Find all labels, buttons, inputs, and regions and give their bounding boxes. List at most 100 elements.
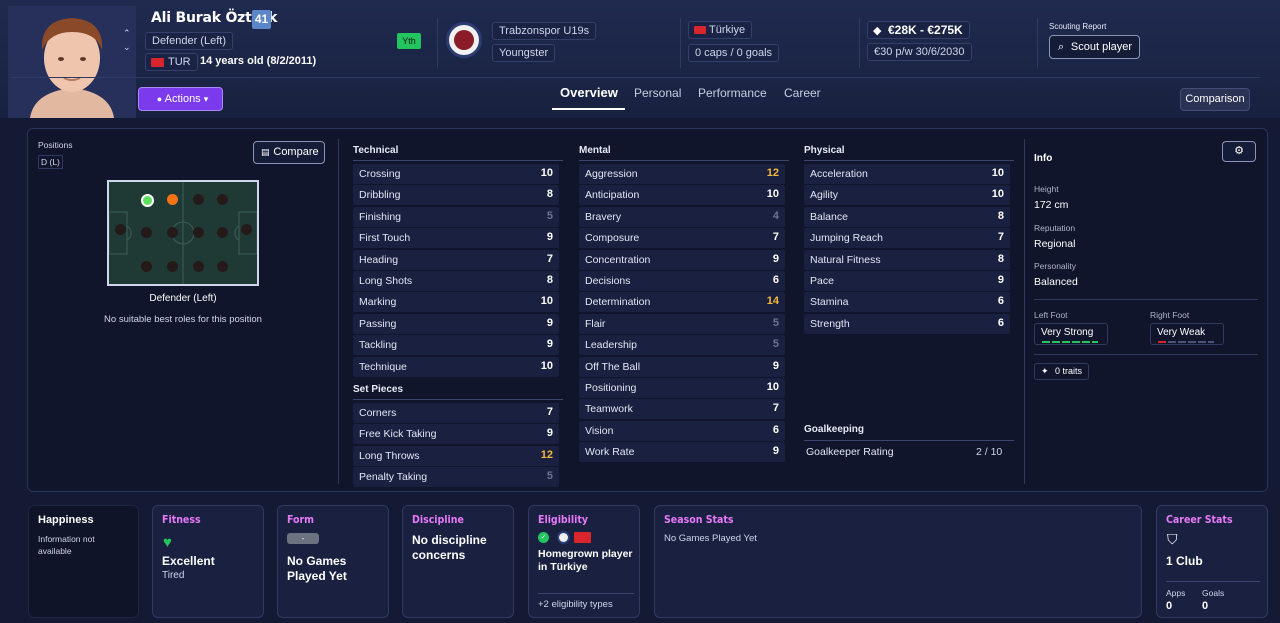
attribute-row[interactable]: Strength 6 xyxy=(804,313,1010,334)
attribute-row[interactable]: Positioning 10 xyxy=(579,378,785,398)
attribute-row[interactable]: Dribbling 8 xyxy=(353,185,559,206)
goals-value: 0 xyxy=(1202,600,1209,612)
tab-personal[interactable]: Personal xyxy=(634,86,681,100)
attribute-row[interactable]: Concentration 9 xyxy=(579,249,785,270)
attribute-row[interactable]: Corners 7 xyxy=(353,403,559,423)
position-dot[interactable] xyxy=(167,261,178,272)
attribute-row[interactable]: Flair 5 xyxy=(579,313,785,334)
attribute-row[interactable]: Work Rate 9 xyxy=(579,442,785,463)
career-stats-card[interactable]: Career Stats ⛉ 1 Club Apps 0 Goals 0 xyxy=(1156,505,1268,618)
attribute-row[interactable]: Composure 7 xyxy=(579,228,785,249)
accomplished-position-dot[interactable] xyxy=(167,194,178,205)
attribute-row[interactable]: Aggression 12 xyxy=(579,164,785,184)
attribute-name: Heading xyxy=(359,253,399,266)
attribute-row[interactable]: Decisions 6 xyxy=(579,271,785,291)
attribute-row[interactable]: Acceleration 10 xyxy=(804,164,1010,184)
natural-position-dot[interactable] xyxy=(141,194,154,207)
right-foot-meter xyxy=(1158,341,1166,343)
position-dot[interactable] xyxy=(217,194,228,205)
attribute-row[interactable]: Marking 10 xyxy=(353,292,559,313)
country-chip[interactable]: Türkiye xyxy=(688,21,753,39)
attribute-name: Positioning xyxy=(585,382,637,394)
attribute-name: First Touch xyxy=(359,232,411,245)
attribute-value: 14 xyxy=(766,295,779,308)
attribute-row[interactable]: Natural Fitness 8 xyxy=(804,249,1010,270)
info-title: Info xyxy=(1034,153,1053,164)
attribute-value: 9 xyxy=(997,274,1004,286)
position-dot[interactable] xyxy=(217,261,228,272)
position-dot[interactable] xyxy=(193,194,204,205)
club-badge-icon[interactable] xyxy=(446,22,482,58)
previous-player-icon[interactable]: ⌃ xyxy=(123,28,131,39)
attribute-row[interactable]: Free Kick Taking 9 xyxy=(353,424,559,445)
fitness-card[interactable]: Fitness ♥ Excellent Tired xyxy=(152,505,264,618)
tab-overview[interactable]: Overview xyxy=(560,85,618,100)
discipline-card[interactable]: Discipline No discipline concerns xyxy=(402,505,514,618)
position-chip: Defender (Left) xyxy=(145,32,233,50)
attribute-row[interactable]: First Touch 9 xyxy=(353,228,559,249)
set-pieces-title: Set Pieces xyxy=(353,384,404,395)
club-chip[interactable]: Trabzonspor U19s xyxy=(492,22,597,40)
attribute-row[interactable]: Finishing 5 xyxy=(353,206,559,227)
wage-chip: €30 p/w 30/6/2030 xyxy=(867,43,972,61)
actions-button[interactable]: ● Actions ▾ xyxy=(138,87,223,111)
attribute-row[interactable]: Leadership 5 xyxy=(579,335,785,356)
attribute-row[interactable]: Penalty Taking 5 xyxy=(353,467,559,488)
position-dot[interactable] xyxy=(217,227,228,238)
attribute-value: 10 xyxy=(540,359,553,372)
next-player-icon[interactable]: ⌄ xyxy=(123,42,131,53)
attribute-row[interactable]: Long Shots 8 xyxy=(353,271,559,291)
attribute-row[interactable]: Crossing 10 xyxy=(353,164,559,184)
scout-player-button[interactable]: ⌕ Scout player xyxy=(1049,35,1140,59)
season-stats-card[interactable]: Season Stats No Games Played Yet xyxy=(654,505,1142,618)
eligibility-more[interactable]: +2 eligibility types xyxy=(538,599,613,610)
compare-label: Compare xyxy=(273,146,319,158)
position-dot[interactable] xyxy=(167,227,178,238)
attribute-row[interactable]: Passing 9 xyxy=(353,313,559,334)
position-dot[interactable] xyxy=(193,261,204,272)
attribute-name: Penalty Taking xyxy=(359,471,428,484)
attribute-row[interactable]: Determination 14 xyxy=(579,292,785,313)
attribute-name: Dribbling xyxy=(359,189,401,202)
position-dot[interactable] xyxy=(141,227,152,238)
form-card[interactable]: Form - No Games Played Yet xyxy=(277,505,389,618)
position-dot[interactable] xyxy=(141,261,152,272)
eligibility-card[interactable]: Eligibility ✓ Homegrown player in Türkiy… xyxy=(528,505,640,618)
attribute-row[interactable]: Bravery 4 xyxy=(579,206,785,227)
attribute-row[interactable]: Pace 9 xyxy=(804,271,1010,291)
attribute-row[interactable]: Vision 6 xyxy=(579,420,785,441)
attribute-name: Finishing xyxy=(359,210,402,223)
attribute-row[interactable]: Jumping Reach 7 xyxy=(804,228,1010,249)
attribute-row[interactable]: Anticipation 10 xyxy=(579,185,785,206)
attribute-name: Balance xyxy=(810,210,848,223)
attribute-row[interactable]: Tackling 9 xyxy=(353,335,559,356)
squad-status-chip: Youngster xyxy=(492,44,556,62)
attribute-value: 9 xyxy=(546,338,553,351)
position-dot[interactable] xyxy=(241,224,252,235)
attribute-row[interactable]: Heading 7 xyxy=(353,249,559,270)
attribute-row[interactable]: Agility 10 xyxy=(804,185,1010,206)
tab-career[interactable]: Career xyxy=(784,86,821,100)
happiness-card[interactable]: Happiness Information not available xyxy=(28,505,139,618)
attribute-name: Aggression xyxy=(585,168,638,180)
traits-count: 0 traits xyxy=(1055,366,1083,376)
tab-performance[interactable]: Performance xyxy=(698,86,767,100)
attribute-name: Composure xyxy=(585,232,640,245)
attribute-value: 9 xyxy=(546,316,553,329)
heart-icon: ♥ xyxy=(163,534,172,551)
attribute-value: 8 xyxy=(997,252,1004,265)
attribute-value: 5 xyxy=(772,316,779,329)
attribute-row[interactable]: Balance 8 xyxy=(804,206,1010,227)
position-dot[interactable] xyxy=(115,224,126,235)
goalkeeping-title: Goalkeeping xyxy=(804,424,865,435)
compare-button[interactable]: ▤ Compare xyxy=(253,141,325,164)
traits-chip[interactable]: ✦ 0 traits xyxy=(1034,363,1090,380)
attribute-row[interactable]: Stamina 6 xyxy=(804,292,1010,313)
settings-icon[interactable]: ⚙ xyxy=(1222,141,1256,162)
attribute-row[interactable]: Technique 10 xyxy=(353,356,559,377)
attribute-row[interactable]: Teamwork 7 xyxy=(579,399,785,420)
comparison-button[interactable]: Comparison xyxy=(1180,88,1250,111)
position-dot[interactable] xyxy=(193,227,204,238)
attribute-row[interactable]: Long Throws 12 xyxy=(353,445,559,466)
attribute-row[interactable]: Off The Ball 9 xyxy=(579,356,785,377)
